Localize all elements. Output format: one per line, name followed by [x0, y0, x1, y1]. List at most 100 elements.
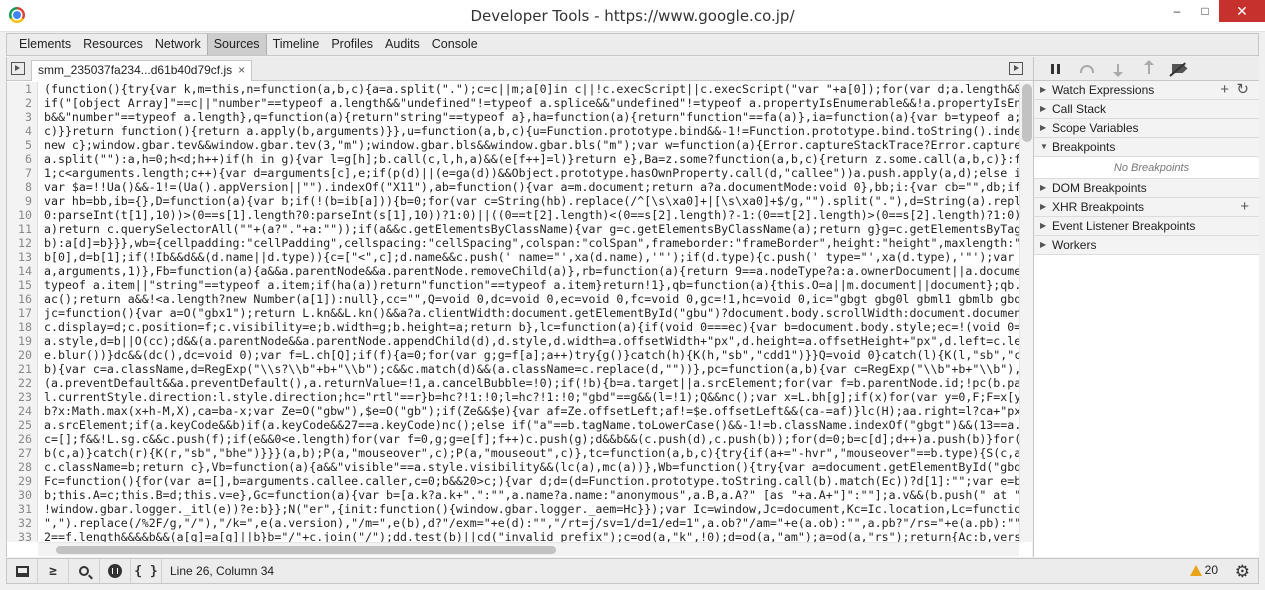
code-line[interactable]: 4 c)}}return function(){return a.apply(b,… — [7, 124, 1019, 138]
pane-workers[interactable]: ▶ Workers — [1034, 236, 1259, 255]
vertical-scrollbar-thumb[interactable] — [1022, 84, 1032, 142]
line-number[interactable]: 8 — [7, 180, 38, 194]
line-number[interactable]: 16 — [7, 292, 38, 306]
code-line[interactable]: 16 ac();return a&&!<a.length?new Number(a… — [7, 292, 1019, 306]
line-number[interactable]: 14 — [7, 264, 38, 278]
add-watch-icon[interactable]: + — [1220, 81, 1229, 99]
tab-audits[interactable]: Audits — [379, 34, 426, 55]
tab-elements[interactable]: Elements — [13, 34, 77, 55]
pane-call-stack[interactable]: ▶ Call Stack — [1034, 100, 1259, 119]
code-line[interactable]: 31 !window.gbar.logger._itl(e))?e:b}};N("… — [7, 502, 1019, 516]
warning-counter[interactable]: 20 — [1189, 563, 1218, 577]
line-number[interactable]: 30 — [7, 488, 38, 502]
code-line[interactable]: 17 jc=function(){var a=O("gbx1");return L… — [7, 306, 1019, 320]
horizontal-scrollbar-thumb[interactable] — [56, 546, 556, 554]
code-line[interactable]: 33 2==f.length&&&&b&&(a[g]=a[g]||b}b="/"+… — [7, 530, 1019, 542]
code-line[interactable]: 13 b[0],d=b[1];if(!Ib&&d&&(d.name||d.type… — [7, 250, 1019, 264]
code-line[interactable]: 12 b):a[d]=b}}},wb={cellpadding:"cellPadd… — [7, 236, 1019, 250]
code-line[interactable]: 22 (a.preventDefault&&a.preventDefault(),… — [7, 376, 1019, 390]
tab-console[interactable]: Console — [426, 34, 484, 55]
code-line[interactable]: 11 a)return c.querySelectorAll(""+(a?"."+… — [7, 222, 1019, 236]
line-number[interactable]: 27 — [7, 446, 38, 460]
navigator-toggle-icon[interactable] — [11, 62, 25, 75]
tab-profiles[interactable]: Profiles — [325, 34, 379, 55]
line-number[interactable]: 29 — [7, 474, 38, 488]
tab-resources[interactable]: Resources — [77, 34, 149, 55]
step-out-button[interactable] — [1133, 57, 1164, 81]
line-number[interactable]: 3 — [7, 110, 38, 124]
code-line[interactable]: 23 l.currentStyle.direction:l.style.direc… — [7, 390, 1019, 404]
code-line[interactable]: 15 typeof a.item||"string"==typeof a.item… — [7, 278, 1019, 292]
tab-network[interactable]: Network — [149, 34, 207, 55]
step-into-button[interactable] — [1102, 57, 1133, 81]
pause-on-exceptions-button[interactable] — [100, 559, 131, 583]
code-line[interactable]: 27 b(c,a)}catch(r){K(r,"sb","bhe")}}}(a,b… — [7, 446, 1019, 460]
line-number[interactable]: 11 — [7, 222, 38, 236]
line-number[interactable]: 22 — [7, 376, 38, 390]
deactivate-breakpoints-button[interactable] — [1164, 57, 1195, 81]
close-button[interactable]: ✕ — [1219, 0, 1265, 22]
line-number[interactable]: 5 — [7, 138, 38, 152]
code-line[interactable]: 14 a,arguments,1)},Fb=function(a){a&&a.pa… — [7, 264, 1019, 278]
code-line[interactable]: 24 b?x:Math.max(x+h-M,X),ca=ba-x;var Ze=O… — [7, 404, 1019, 418]
code-line[interactable]: 5 new c};window.gbar.tev&&window.gbar.tev… — [7, 138, 1019, 152]
file-tab[interactable]: smm_235037fa234...d61b40d79cf.js × — [31, 60, 253, 81]
code-line[interactable]: 10 0:parseInt(t[1],10))>(0==s[1].length?0… — [7, 208, 1019, 222]
line-number[interactable]: 25 — [7, 418, 38, 432]
line-number[interactable]: 10 — [7, 208, 38, 222]
line-number[interactable]: 24 — [7, 404, 38, 418]
pane-event-listener-breakpoints[interactable]: ▶ Event Listener Breakpoints — [1034, 217, 1259, 236]
line-number[interactable]: 17 — [7, 306, 38, 320]
line-number[interactable]: 32 — [7, 516, 38, 530]
line-number[interactable]: 18 — [7, 320, 38, 334]
code-line[interactable]: 6 a.split(""):a,h=0;h<d;h++)if(h in g){va… — [7, 152, 1019, 166]
line-number[interactable]: 13 — [7, 250, 38, 264]
pane-dom-breakpoints[interactable]: ▶ DOM Breakpoints — [1034, 179, 1259, 198]
tab-sources[interactable]: Sources — [206, 34, 267, 55]
search-button[interactable] — [69, 559, 100, 583]
code-line[interactable]: 26 c=[];f&&!L.sg.c&&c.push(f);if(e&&0<e.l… — [7, 432, 1019, 446]
tab-timeline[interactable]: Timeline — [267, 34, 326, 55]
vertical-scrollbar[interactable] — [1019, 82, 1033, 542]
code-line[interactable]: 28 c.className=b;return c},Vb=function(a)… — [7, 460, 1019, 474]
line-number[interactable]: 15 — [7, 278, 38, 292]
line-number[interactable]: 21 — [7, 362, 38, 376]
file-tab-close-icon[interactable]: × — [238, 63, 245, 77]
pane-scope-variables[interactable]: ▶ Scope Variables — [1034, 119, 1259, 138]
pane-breakpoints[interactable]: ▼ Breakpoints — [1034, 138, 1259, 157]
code-line[interactable]: 21 b){var c=a.className,d=RegExp("\\s?\\b… — [7, 362, 1019, 376]
code-line[interactable]: 32 ",").replace(/%2F/g,"/"),"/k=",e(a.ver… — [7, 516, 1019, 530]
line-number[interactable]: 28 — [7, 460, 38, 474]
code-line[interactable]: 25 a.srcElement;if(a.keyCode&&b)if(a.keyC… — [7, 418, 1019, 432]
code-line[interactable]: 19 a.style,d=b||O(cc);d&&(a.parentNode&&a… — [7, 334, 1019, 348]
line-number[interactable]: 20 — [7, 348, 38, 362]
line-number[interactable]: 7 — [7, 166, 38, 180]
line-number[interactable]: 12 — [7, 236, 38, 250]
line-number[interactable]: 23 — [7, 390, 38, 404]
line-number[interactable]: 31 — [7, 502, 38, 516]
code-line[interactable]: 29 Fc=function(){for(var a=[],b=arguments… — [7, 474, 1019, 488]
settings-gear-icon[interactable]: ⚙ — [1235, 562, 1250, 582]
refresh-watch-icon[interactable]: ↻ — [1236, 81, 1249, 99]
line-number[interactable]: 1 — [7, 82, 38, 96]
dock-button[interactable] — [7, 559, 38, 583]
line-number[interactable]: 2 — [7, 96, 38, 110]
pane-watch-expressions[interactable]: ▶ Watch Expressions + ↻ — [1034, 81, 1259, 100]
code-line[interactable]: 2 if("[object Array]"==c||"number"==typeo… — [7, 96, 1019, 110]
add-xhr-breakpoint-icon[interactable]: + — [1240, 198, 1249, 216]
horizontal-scrollbar[interactable] — [38, 542, 1019, 556]
code-line[interactable]: 1 (function(){try{var k,m=this,n=function… — [7, 82, 1019, 96]
line-number[interactable]: 19 — [7, 334, 38, 348]
code-line[interactable]: 20 e.blur())}dc&&(dc(),dc=void 0);var f=L… — [7, 348, 1019, 362]
code-editor[interactable]: 1 (function(){try{var k,m=this,n=function… — [7, 82, 1019, 542]
maximize-button[interactable]: □ — [1191, 0, 1219, 22]
minimize-button[interactable]: ‒ — [1163, 0, 1191, 22]
step-over-button[interactable] — [1071, 57, 1102, 81]
line-number[interactable]: 4 — [7, 124, 38, 138]
line-number[interactable]: 9 — [7, 194, 38, 208]
line-number[interactable]: 6 — [7, 152, 38, 166]
line-number[interactable]: 33 — [7, 530, 38, 542]
show-console-button[interactable]: ≥ — [38, 559, 69, 583]
code-line[interactable]: 9 var hb=bb,ib={},D=function(a){var b;if(… — [7, 194, 1019, 208]
code-line[interactable]: 7 1;c<arguments.length;c++){var d=argumen… — [7, 166, 1019, 180]
